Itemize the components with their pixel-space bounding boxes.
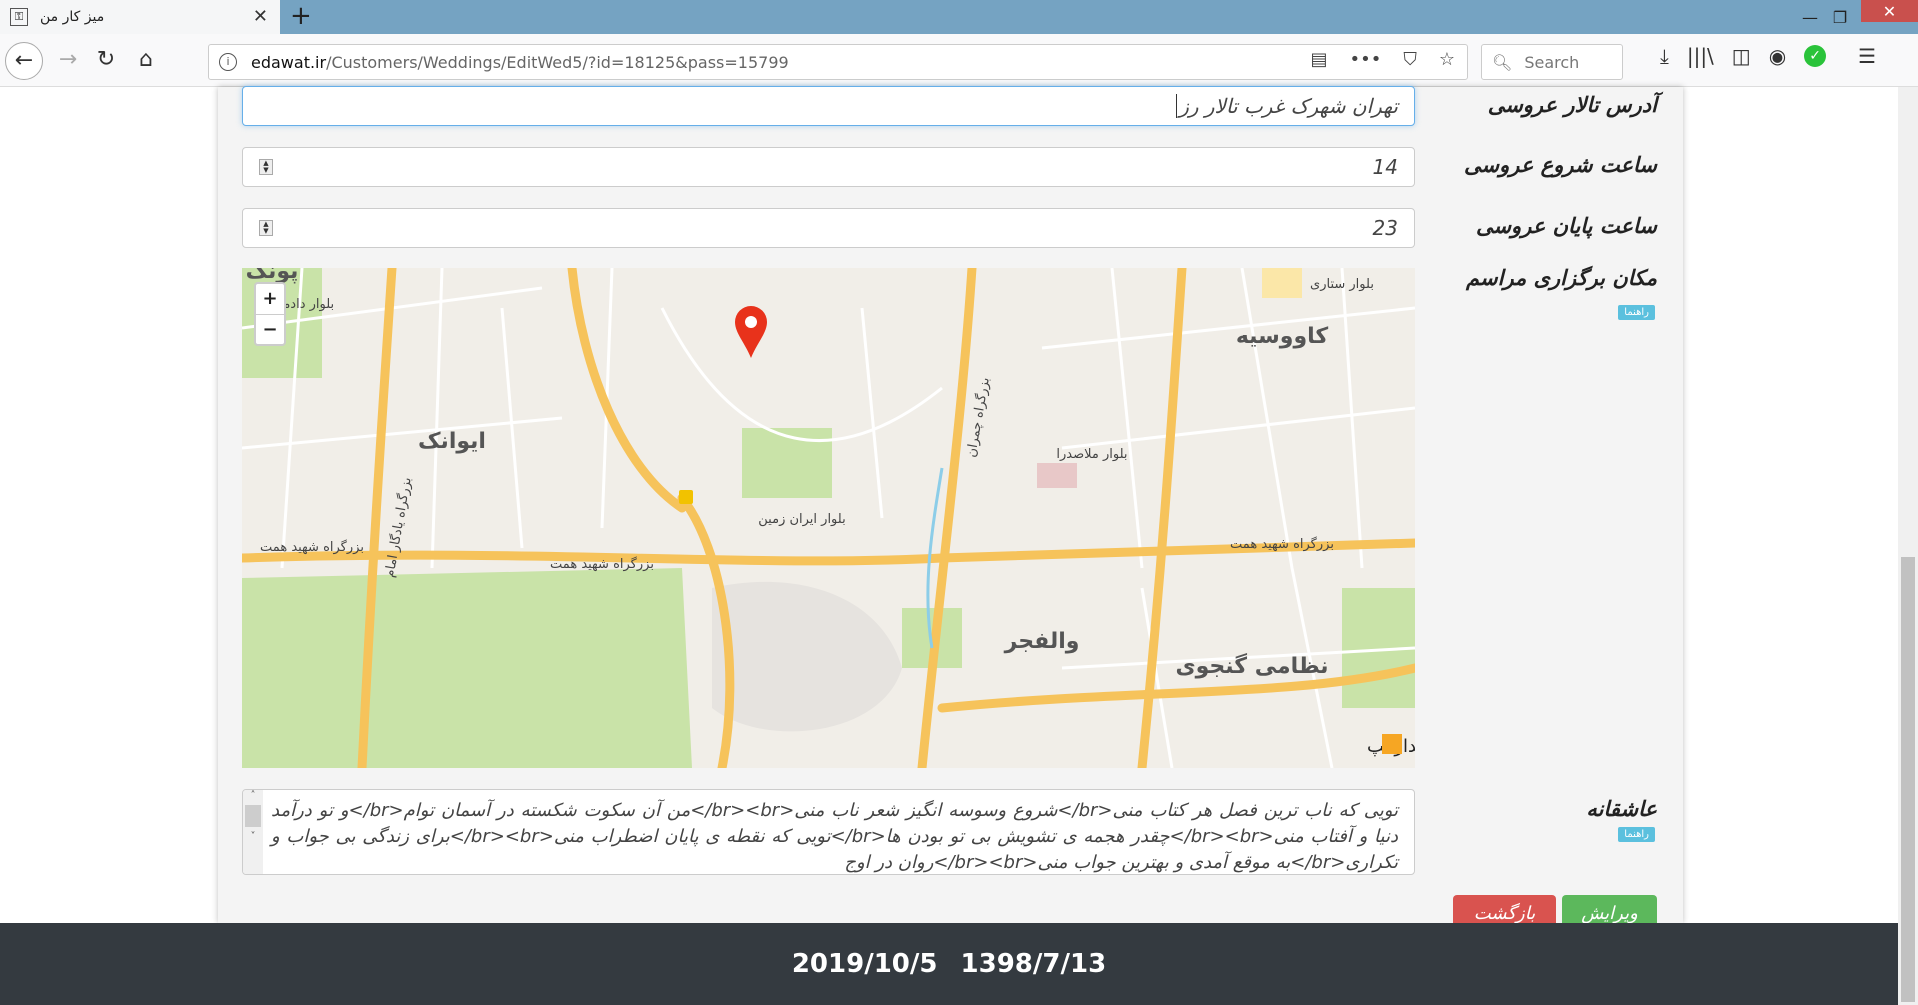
tab-title: میز کار من [40, 9, 105, 25]
love-text-textarea[interactable]: ˄ ˅ تویی که ناب ترین فصل هر کتاب منی<br/>… [242, 789, 1415, 875]
end-time-value: 23 [1372, 216, 1398, 240]
more-actions-icon[interactable]: ••• [1350, 49, 1382, 70]
url-host: edawat.ir [251, 52, 327, 72]
end-time-input[interactable]: 23 ▲ ▼ [242, 208, 1415, 248]
help-badge[interactable]: راهنما [1618, 305, 1655, 320]
footer: 2019/10/5 1398/7/13 [0, 923, 1898, 1005]
address-input[interactable]: تهران شهرک غرب تالار رز [242, 86, 1415, 126]
url-bar[interactable]: i edawat.ir/Customers/Weddings/EditWed5/… [208, 44, 1468, 80]
reader-view-icon[interactable]: ▤ [1310, 49, 1327, 70]
jalali-date: 1398/7/13 [960, 949, 1107, 979]
end-time-label: ساعت پایان عروسی [1475, 214, 1657, 238]
tab-bar: ⚿ میز کار من ✕ + — ❐ ✕ [0, 0, 1918, 34]
metro-icon [679, 490, 693, 504]
library-icon[interactable]: |||\ [1687, 44, 1714, 68]
zoom-in-button[interactable]: + [256, 284, 284, 314]
love-label: عاشقانه [1586, 797, 1657, 821]
close-tab-icon[interactable]: ✕ [253, 6, 268, 27]
search-icon: 🔍︎ [1492, 52, 1513, 72]
map-canvas: ایوانک کاووسیه والفجر نظامی گنجوی پونک ب… [242, 268, 1415, 768]
home-icon[interactable]: ⌂ [130, 44, 162, 76]
map-label-evanak: ایوانک [418, 429, 486, 454]
menu-icon[interactable]: ☰ [1858, 44, 1876, 68]
page-favicon-icon: ⚿ [10, 8, 28, 26]
start-time-label: ساعت شروع عروسی [1464, 153, 1657, 177]
spinner-icon[interactable]: ▲ ▼ [259, 220, 273, 236]
map-label-mollasadra: بلوار ملاصدرا [1056, 447, 1127, 462]
back-icon[interactable]: ← [5, 42, 43, 80]
forward-icon[interactable]: → [52, 44, 84, 76]
zoom-control: + − [254, 282, 286, 346]
close-window-icon[interactable]: ✕ [1861, 0, 1918, 22]
page-scrollbar[interactable] [1898, 87, 1918, 1005]
map-label-hemmat: بزرگراه شهید همت [1230, 536, 1334, 552]
gregorian-date: 2019/10/5 [791, 949, 938, 979]
address-value: تهران شهرک غرب تالار رز [1179, 94, 1398, 118]
pocket-icon[interactable]: ⛉ [1403, 49, 1417, 70]
map-label-iranzamin: بلوار ایران زمین [758, 512, 845, 527]
extension-check-icon[interactable]: ✓ [1804, 45, 1827, 67]
text-cursor [1176, 94, 1178, 118]
help-badge[interactable]: راهنما [1618, 827, 1655, 842]
reload-icon[interactable]: ↻ [90, 44, 122, 76]
restore-icon[interactable]: ❐ [1820, 0, 1860, 34]
nav-bar: ← → ↻ ⌂ i edawat.ir/Customers/Weddings/E… [0, 34, 1918, 87]
download-icon[interactable]: ⤓ [1660, 44, 1669, 68]
map-label-hemmat: بزرگراه شهید همت [260, 539, 364, 555]
map-provider-logo-icon [1382, 734, 1402, 754]
map-label-setari: بلوار ستاری [1310, 277, 1374, 292]
start-time-value: 14 [1372, 155, 1398, 179]
address-label: آدرس تالار عروسی [1487, 93, 1657, 117]
map-label-nezami: نظامی گنجوی [1175, 652, 1328, 679]
scrollbar-thumb[interactable] [1901, 557, 1915, 1002]
tab-active[interactable]: ⚿ میز کار من ✕ [0, 0, 280, 34]
textarea-scrollbar[interactable]: ˄ ˅ [243, 790, 263, 874]
info-icon[interactable]: i [219, 53, 237, 71]
search-box[interactable]: 🔍︎ Search [1481, 44, 1623, 80]
start-time-input[interactable]: 14 ▲ ▼ [242, 147, 1415, 187]
love-text-value: تویی که ناب ترین فصل هر کتاب منی<br/>شرو… [271, 800, 1399, 873]
sidebar-icon[interactable]: ◫ [1732, 44, 1751, 68]
url-path: /Customers/Weddings/EditWed5/?id=18125&p… [326, 52, 789, 72]
account-icon[interactable]: ◉ [1769, 44, 1786, 68]
map-label-kavousieh: کاووسیه [1236, 324, 1329, 349]
bookmark-star-icon[interactable]: ☆ [1439, 49, 1455, 70]
map-label-hemmat: بزرگراه شهید همت [550, 556, 654, 572]
map-label-valfajr: والفجر [1004, 629, 1080, 654]
location-label: مکان برگزاری مراسم [1466, 266, 1657, 290]
new-tab-icon[interactable]: + [290, 1, 312, 31]
spinner-icon[interactable]: ▲ ▼ [259, 159, 273, 175]
map[interactable]: ایوانک کاووسیه والفجر نظامی گنجوی پونک ب… [242, 268, 1415, 768]
search-placeholder: Search [1524, 52, 1580, 72]
zoom-out-button[interactable]: − [256, 314, 284, 344]
